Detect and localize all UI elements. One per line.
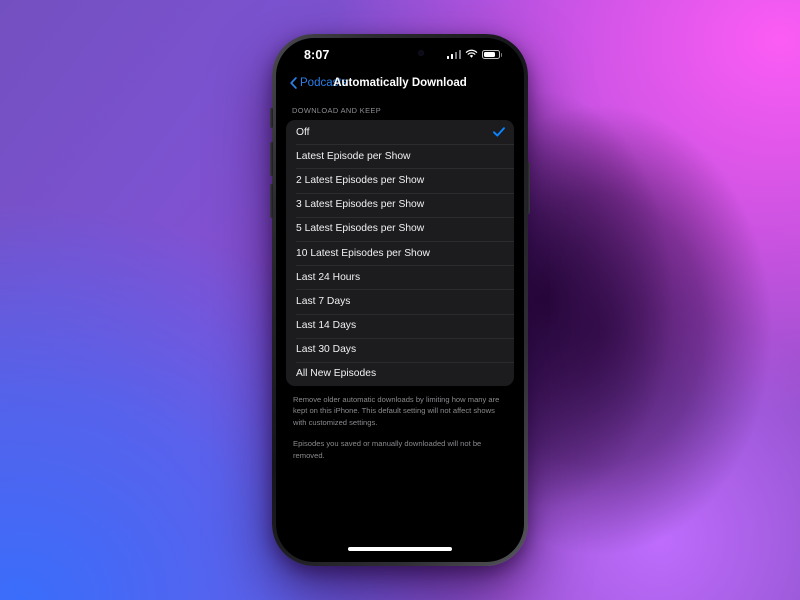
volume-down-button[interactable] (270, 184, 273, 218)
option-row[interactable]: Latest Episode per Show (286, 144, 514, 168)
page-title: Automatically Download (333, 77, 467, 89)
option-label: Latest Episode per Show (296, 150, 411, 162)
option-label: Last 14 Days (296, 320, 357, 332)
option-label: Last 30 Days (296, 344, 357, 356)
option-label: 10 Latest Episodes per Show (296, 247, 430, 259)
chevron-left-icon (290, 77, 297, 89)
iphone-device-frame: 8:07 Podcasts Automatically Download DOW… (270, 34, 530, 566)
option-label: Last 24 Hours (296, 271, 361, 283)
cellular-signal-icon (446, 49, 461, 59)
dynamic-island (360, 42, 440, 64)
option-label: All New Episodes (296, 368, 377, 380)
option-label: 2 Latest Episodes per Show (296, 174, 425, 186)
option-row[interactable]: Last 14 Days (286, 313, 514, 338)
option-row[interactable]: 5 Latest Episodes per Show (286, 216, 514, 241)
option-row[interactable]: 3 Latest Episodes per Show (286, 192, 514, 217)
battery-icon (482, 49, 502, 59)
phone-screen: 8:07 Podcasts Automatically Download DOW… (278, 40, 522, 560)
phone-bezel: 8:07 Podcasts Automatically Download DOW… (276, 38, 524, 562)
wallpaper-background: 8:07 Podcasts Automatically Download DOW… (0, 0, 800, 600)
home-indicator[interactable] (348, 547, 452, 551)
footer-description: Remove older automatic downloads by limi… (286, 386, 514, 461)
option-label: Off (296, 126, 310, 138)
settings-content: DOWNLOAD AND KEEP Off Latest Episode per … (278, 96, 522, 461)
wifi-icon (465, 49, 478, 58)
option-label: 5 Latest Episodes per Show (296, 223, 425, 235)
option-label: 3 Latest Episodes per Show (296, 199, 425, 211)
volume-up-button[interactable] (270, 142, 273, 176)
status-bar: 8:07 (278, 40, 522, 70)
checkmark-icon (493, 127, 505, 137)
option-row[interactable]: Off (286, 120, 514, 144)
option-row[interactable]: All New Episodes (286, 361, 514, 386)
option-row[interactable]: 2 Latest Episodes per Show (286, 168, 514, 192)
status-bar-time: 8:07 (304, 48, 330, 62)
option-label: Last 7 Days (296, 295, 351, 307)
navigation-bar: Podcasts Automatically Download (278, 70, 522, 96)
front-camera-icon (418, 50, 424, 56)
section-header: DOWNLOAD AND KEEP (292, 106, 382, 115)
download-and-keep-options-list: Off Latest Episode per Show 2 Latest Episo… (286, 120, 514, 387)
battery-fill (484, 51, 495, 57)
footer-paragraph-1: Remove older automatic downloads by limi… (293, 395, 500, 427)
power-button[interactable] (527, 162, 530, 214)
option-row[interactable]: Last 24 Hours (286, 265, 514, 289)
footer-paragraph-2: Episodes you saved or manually downloade… (293, 439, 482, 460)
option-row[interactable]: 10 Latest Episodes per Show (286, 240, 514, 265)
status-bar-indicators (446, 49, 502, 59)
option-row[interactable]: Last 7 Days (286, 289, 514, 313)
option-row[interactable]: Last 30 Days (286, 337, 514, 362)
silence-switch[interactable] (270, 108, 273, 128)
